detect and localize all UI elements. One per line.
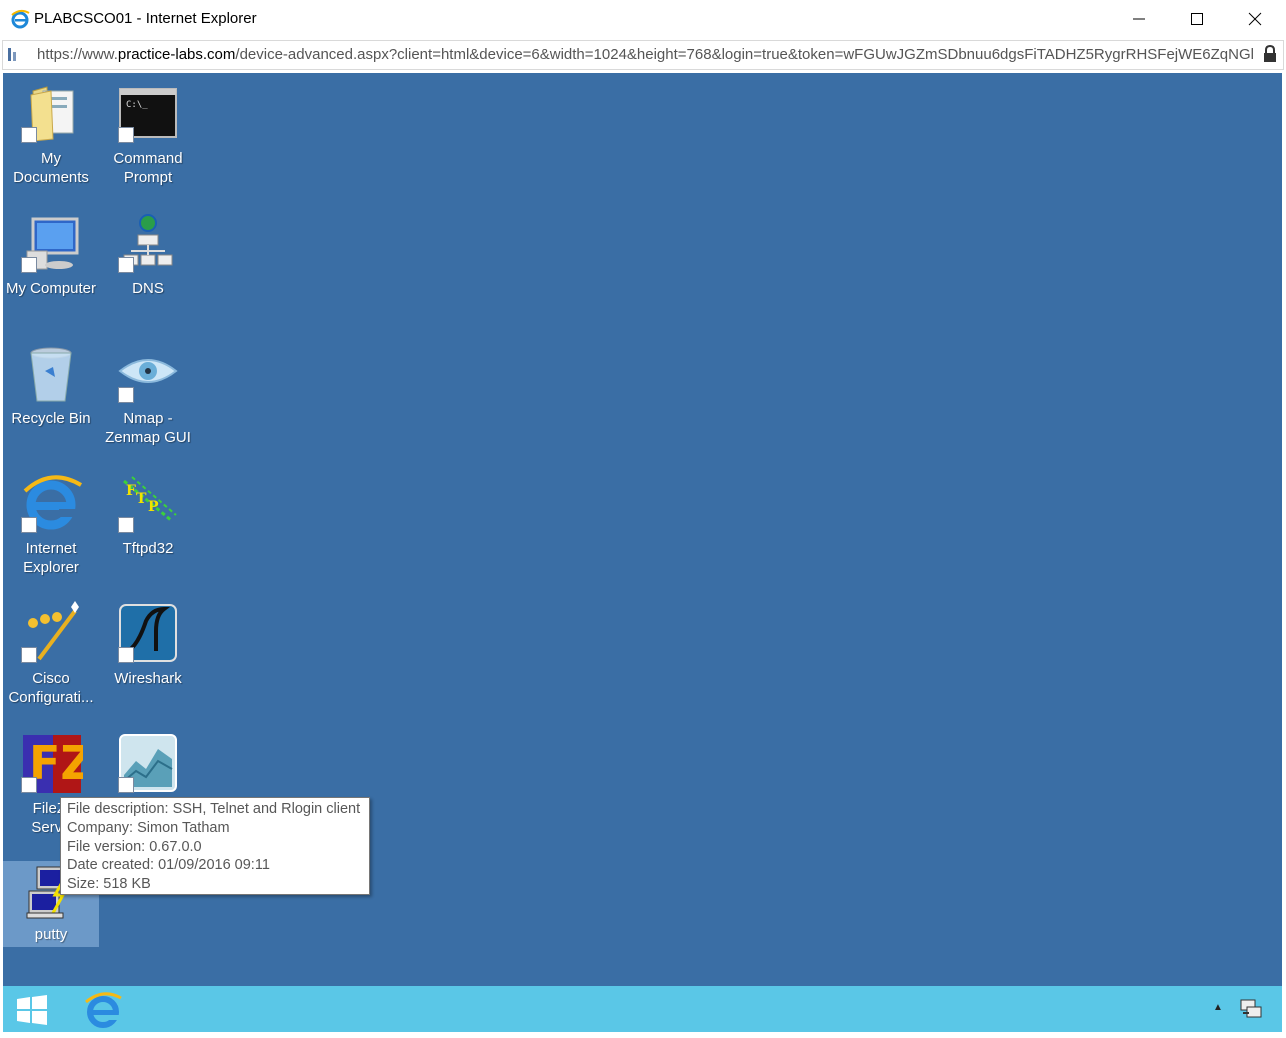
svg-text:T: T (136, 491, 147, 507)
desktop-icon-wireshark[interactable]: Wireshark (100, 593, 196, 688)
icon-label: Cisco (32, 670, 70, 687)
desktop-icon-nmap-zenmap[interactable]: Nmap - Zenmap GUI (100, 333, 196, 447)
icon-label: My (41, 150, 61, 167)
tooltip-line: File version: 0.67.0.0 (67, 838, 202, 855)
maximize-icon (1191, 13, 1203, 25)
maximize-button[interactable] (1168, 0, 1226, 38)
icon-label: Recycle Bin (11, 410, 91, 427)
svg-text:F: F (126, 483, 136, 499)
icon-label: Documents (13, 169, 89, 186)
icon-label: Configurati... (8, 689, 94, 706)
desktop-icon-recycle-bin[interactable]: Recycle Bin (3, 333, 99, 428)
tooltip-line: Size: 518 KB (67, 876, 151, 893)
shortcut-arrow-icon (118, 517, 134, 533)
tooltip-line: Company: Simon Tatham (67, 819, 230, 836)
icon-label: Prompt (123, 169, 173, 186)
window-titlebar: PLABCSCO01 - Internet Explorer (0, 0, 1286, 38)
taskbar-ie-icon[interactable] (83, 990, 123, 1030)
minimize-icon (1133, 18, 1145, 20)
desktop-icon-dns[interactable]: DNS (100, 203, 196, 298)
svg-text:FZ: FZ (29, 736, 83, 790)
close-icon (1248, 12, 1262, 26)
url-text[interactable]: https://www.practice-labs.com/device-adv… (37, 46, 1257, 63)
shortcut-arrow-icon (118, 257, 134, 273)
taskbar: ▲ (3, 986, 1282, 1032)
window-title: PLABCSCO01 - Internet Explorer (34, 10, 257, 27)
icon-label: Internet (25, 540, 77, 557)
icon-label: DNS (132, 280, 164, 297)
icon-label: Command (113, 150, 183, 167)
icon-label: My Computer (5, 280, 97, 297)
icon-label: Wireshark (114, 670, 182, 687)
close-button[interactable] (1226, 0, 1284, 38)
desktop-icon-internet-explorer[interactable]: Internet Explorer (3, 463, 99, 577)
desktop-icon-graph-app[interactable] (100, 723, 196, 799)
desktop-icon-my-computer[interactable]: My Computer (3, 203, 99, 298)
tooltip-line: Date created: 01/09/2016 09:11 (67, 857, 270, 874)
ie-logo-icon (11, 9, 30, 29)
shortcut-arrow-icon (21, 777, 37, 793)
svg-text:C:\_: C:\_ (126, 100, 148, 110)
shortcut-arrow-icon (21, 257, 37, 273)
shortcut-arrow-icon (118, 777, 134, 793)
network-icon[interactable] (1239, 998, 1263, 1020)
icon-label: Zenmap GUI (105, 429, 191, 446)
windows-start-icon[interactable] (13, 993, 51, 1027)
icon-label: Tftpd32 (122, 540, 174, 557)
icon-label: Nmap - (123, 410, 173, 427)
lock-icon[interactable] (1263, 45, 1277, 63)
desktop-icon-cisco-configuration[interactable]: Cisco Configurati... (3, 593, 99, 707)
svg-text:P: P (148, 499, 159, 515)
shortcut-arrow-icon (118, 127, 134, 143)
shortcut-arrow-icon (21, 517, 37, 533)
icon-label: putty (34, 926, 68, 943)
address-bar[interactable]: https://www.practice-labs.com/device-adv… (2, 40, 1284, 70)
shortcut-arrow-icon (21, 647, 37, 663)
desktop-icon-tftpd32[interactable]: F T P Tftpd32 (100, 463, 196, 558)
site-favicon-icon (8, 48, 16, 61)
tooltip-line: File description: SSH, Telnet and Rlogin… (67, 801, 361, 817)
desktop-icon-my-documents[interactable]: My Documents (3, 73, 99, 187)
file-info-tooltip: File description: SSH, Telnet and Rlogin… (60, 797, 370, 895)
shortcut-arrow-icon (21, 127, 37, 143)
icon-label: Explorer (23, 559, 79, 576)
shortcut-arrow-icon (118, 387, 134, 403)
desktop-icon-command-prompt[interactable]: C:\_ Command Prompt (100, 73, 196, 187)
minimize-button[interactable] (1110, 0, 1168, 38)
shortcut-arrow-icon (118, 647, 134, 663)
recycle-bin-icon (30, 347, 72, 402)
show-hidden-icons-icon[interactable]: ▲ (1213, 1002, 1223, 1013)
